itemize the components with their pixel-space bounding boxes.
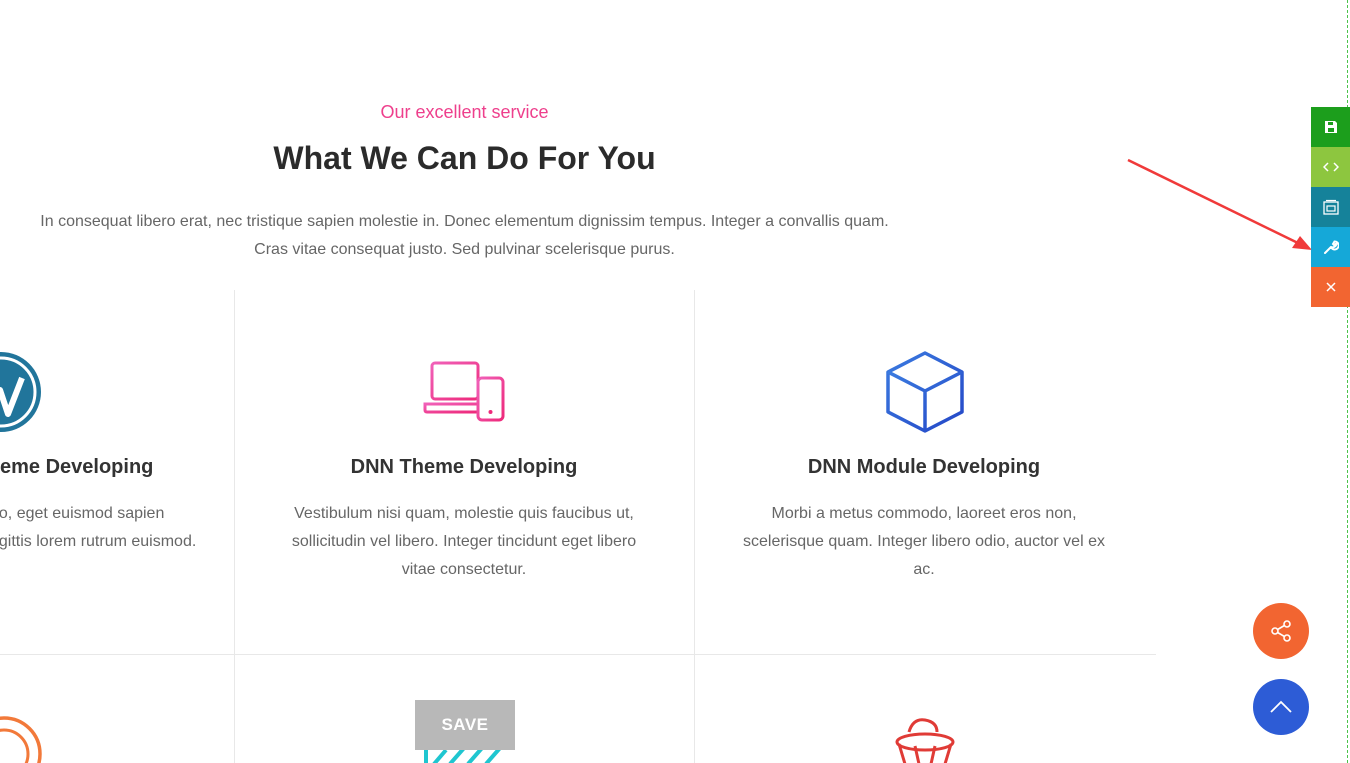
chevron-up-icon — [1270, 700, 1292, 713]
share-button[interactable] — [1253, 603, 1309, 659]
cube-icon — [884, 350, 966, 439]
scroll-top-button[interactable] — [1253, 679, 1309, 735]
devices-icon — [423, 360, 507, 429]
floppy-icon — [1324, 121, 1337, 133]
share-icon — [1271, 620, 1291, 642]
card-text: eo, eget euismod sapien agittis lorem ru… — [0, 505, 197, 550]
close-icon-button[interactable] — [1311, 267, 1350, 307]
annotation-arrow — [1120, 150, 1315, 260]
section-intro: In consequat libero erat, nec tristique … — [40, 213, 889, 258]
grid-divider — [0, 654, 1156, 655]
basket-icon — [893, 716, 957, 763]
orange-ring-icon — [0, 714, 50, 763]
section-subtitle: Our excellent service — [380, 102, 549, 122]
card-text: Vestibulum nisi quam, molestie quis fauc… — [291, 505, 637, 578]
wordpress-icon — [0, 350, 44, 439]
settings-icon-button[interactable] — [1311, 227, 1350, 267]
card-title: DNN Theme Developing — [350, 456, 578, 478]
wrench-icon — [1323, 240, 1339, 254]
card-title: DNN Module Developing — [807, 456, 1041, 478]
section-title: What We Can Do For You — [273, 140, 656, 176]
save-icon-button[interactable] — [1311, 107, 1350, 147]
card-text: Morbi a metus commodo, laoreet eros non,… — [743, 505, 1105, 578]
code-icon — [1322, 162, 1339, 172]
card-title: eme Developing — [0, 456, 154, 478]
grid-divider — [234, 290, 235, 763]
layout-icon-button[interactable] — [1311, 187, 1350, 227]
close-icon — [1325, 282, 1336, 292]
grid-divider — [694, 290, 695, 763]
layout-icon — [1322, 199, 1339, 215]
editor-toolbar — [1311, 107, 1350, 307]
save-button[interactable]: SAVE — [415, 700, 515, 750]
code-icon-button[interactable] — [1311, 147, 1350, 187]
